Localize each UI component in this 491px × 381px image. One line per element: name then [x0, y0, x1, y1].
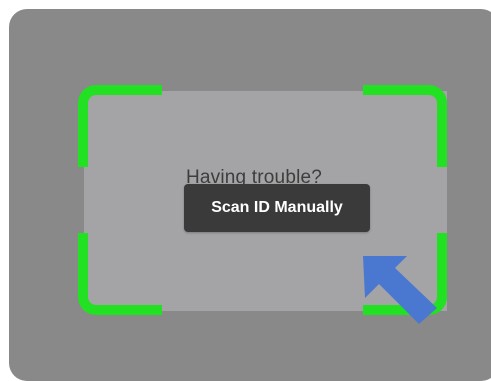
id-scanner-panel: ssn Having trouble? Scan ID Manually — [9, 9, 491, 381]
scan-id-manually-button[interactable]: Scan ID Manually — [184, 184, 370, 232]
frame-corner-top-left — [78, 85, 162, 167]
frame-corner-top-right — [363, 85, 447, 167]
frame-corner-bottom-left — [78, 233, 162, 315]
arrow-pointer-icon — [363, 256, 437, 324]
